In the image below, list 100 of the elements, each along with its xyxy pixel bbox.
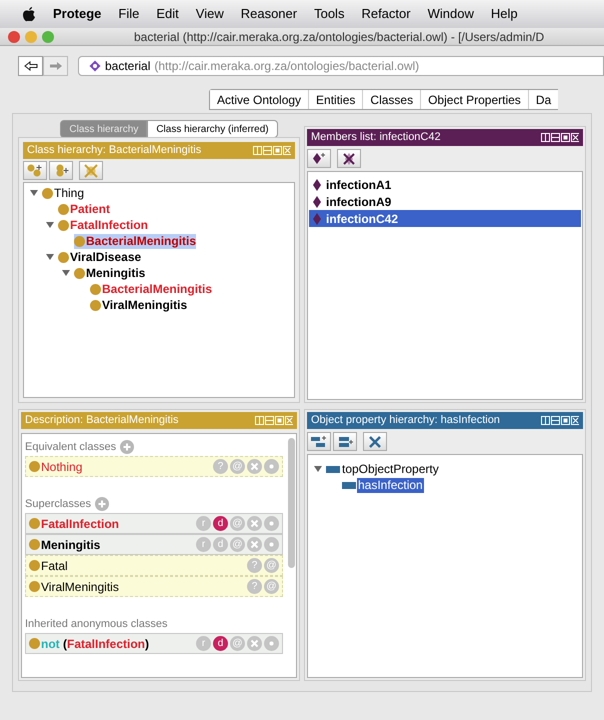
class-expression: Fatal (41, 558, 68, 574)
add-subclass-icon (27, 164, 43, 177)
expanded-arrow-icon[interactable] (46, 253, 54, 261)
class-icon (29, 581, 40, 592)
tree-item[interactable]: Thing (42, 186, 84, 200)
add-individual-button[interactable] (307, 149, 331, 168)
class-icon (90, 300, 101, 310)
section-label: Superclasses (25, 496, 92, 512)
add-subproperty-icon (311, 436, 327, 448)
ontology-address-field[interactable]: bacterial (http://cair.meraka.org.za/ontologies/bacterial.owl) (78, 56, 604, 76)
class-icon (29, 461, 40, 472)
apple-icon[interactable] (22, 6, 36, 22)
class-expression: ViralMeningitis (41, 578, 119, 596)
property-icon (342, 482, 356, 488)
class-icon (90, 284, 101, 294)
class-icon (74, 268, 85, 278)
delete-individual-icon (342, 152, 356, 166)
ontology-iri: (http://cair.meraka.org.za/ontologies/bacterial.owl) (154, 58, 420, 75)
tree-item[interactable]: hasInfection (357, 478, 424, 492)
annotation-button[interactable]: d (213, 636, 228, 651)
class-icon (58, 204, 69, 214)
menu-item[interactable]: Tools (314, 4, 344, 24)
delete-property-button[interactable] (363, 432, 387, 451)
back-arrow-icon (24, 61, 38, 71)
tree-item[interactable]: BacterialMeningitis (74, 234, 196, 248)
close-icon[interactable] (8, 30, 20, 42)
expanded-arrow-icon[interactable] (30, 189, 38, 197)
class-expression: not (FatalInfection) (41, 636, 150, 652)
menu-item[interactable]: Help (490, 4, 518, 24)
panel-title: Description: BacterialMeningitis (25, 415, 178, 426)
tree-item[interactable]: Meningitis (74, 266, 146, 280)
delete-individual-button[interactable] (337, 149, 361, 168)
class-icon (58, 252, 69, 262)
edit-icon[interactable] (264, 459, 279, 474)
back-button[interactable] (18, 56, 43, 76)
edit-icon[interactable] (264, 636, 279, 651)
menu-item[interactable]: Edit (156, 4, 179, 24)
menu-item[interactable]: View (196, 4, 224, 24)
view-controls-icon[interactable] (541, 133, 579, 142)
class-icon (29, 638, 40, 649)
panel-title: Members list: infectionC42 (311, 132, 441, 143)
description-row[interactable]: not (FatalInfection) r d @ (25, 633, 283, 654)
delete-icon[interactable] (247, 537, 262, 552)
add-subclass-button[interactable] (23, 161, 47, 180)
menu-item[interactable]: Refactor (361, 4, 411, 24)
tree-item[interactable]: topObjectProperty (341, 462, 440, 476)
ontology-icon (89, 60, 101, 72)
list-item[interactable]: infectionA9 (309, 193, 581, 210)
view-controls-icon[interactable] (541, 416, 579, 425)
individual-icon (313, 178, 321, 190)
description-row[interactable]: Meningitis r d @ (25, 534, 283, 555)
delete-class-button[interactable] (79, 161, 103, 180)
panel-title: Object property hierarchy: hasInfection (311, 415, 500, 426)
annotation-button[interactable]: d (213, 516, 228, 531)
description-row[interactable]: FatalInfection r d @ (25, 513, 283, 534)
class-icon (29, 539, 40, 550)
list-item[interactable]: infectionA1 (309, 176, 581, 193)
delete-icon[interactable] (247, 459, 262, 474)
add-individual-icon (311, 152, 327, 165)
tree-item[interactable]: ViralMeningitis (90, 298, 188, 312)
zoom-icon[interactable] (42, 30, 54, 42)
expanded-arrow-icon[interactable] (314, 465, 322, 473)
add-icon[interactable] (120, 440, 134, 454)
class-expression: FatalInfection (41, 516, 120, 532)
class-icon (74, 236, 85, 246)
delete-icon[interactable] (247, 516, 262, 531)
class-icon (42, 188, 53, 198)
view-tab[interactable]: Class hierarchy (inferred) (147, 120, 278, 138)
individual-icon (313, 196, 321, 208)
expanded-arrow-icon[interactable] (46, 221, 54, 229)
tree-item[interactable]: BacterialMeningitis (90, 282, 212, 296)
window-title: bacterial (http://cair.meraka.org.za/ontologies/bacterial.owl) - [/Users/admin/D (134, 28, 544, 46)
add-sibling-button[interactable] (49, 161, 73, 180)
ontology-name: bacterial (105, 58, 150, 75)
app-menu[interactable]: Protege (53, 4, 102, 24)
add-sibling-property-icon (337, 436, 353, 448)
menu-item[interactable]: Window (428, 4, 474, 24)
add-subproperty-button[interactable] (307, 432, 331, 451)
edit-icon[interactable] (264, 516, 279, 531)
delete-property-icon (368, 434, 382, 448)
add-sibling-property-button[interactable] (333, 432, 357, 451)
class-icon (58, 220, 69, 230)
class-icon (29, 560, 40, 571)
expanded-arrow-icon[interactable] (62, 269, 70, 277)
property-icon (326, 466, 340, 472)
panel-title: Class hierarchy: BacterialMeningitis (27, 145, 202, 156)
add-icon[interactable] (95, 497, 110, 511)
section-label: Equivalent classes (25, 440, 116, 455)
tree-item[interactable]: Patient (58, 202, 110, 216)
tree-item[interactable]: ViralDisease (58, 250, 142, 264)
tree-item[interactable]: FatalInfection (58, 218, 148, 232)
class-expression: Meningitis (41, 536, 100, 554)
description-row[interactable]: Nothing ? @ (25, 456, 283, 477)
menu-item[interactable]: File (118, 4, 140, 24)
minimize-icon[interactable] (25, 30, 37, 42)
section-label: Inherited anonymous classes (25, 616, 168, 632)
list-item[interactable]: infectionC42 (309, 210, 581, 227)
edit-icon[interactable] (264, 537, 279, 552)
delete-icon[interactable] (247, 636, 262, 651)
menu-item[interactable]: Reasoner (240, 4, 298, 24)
